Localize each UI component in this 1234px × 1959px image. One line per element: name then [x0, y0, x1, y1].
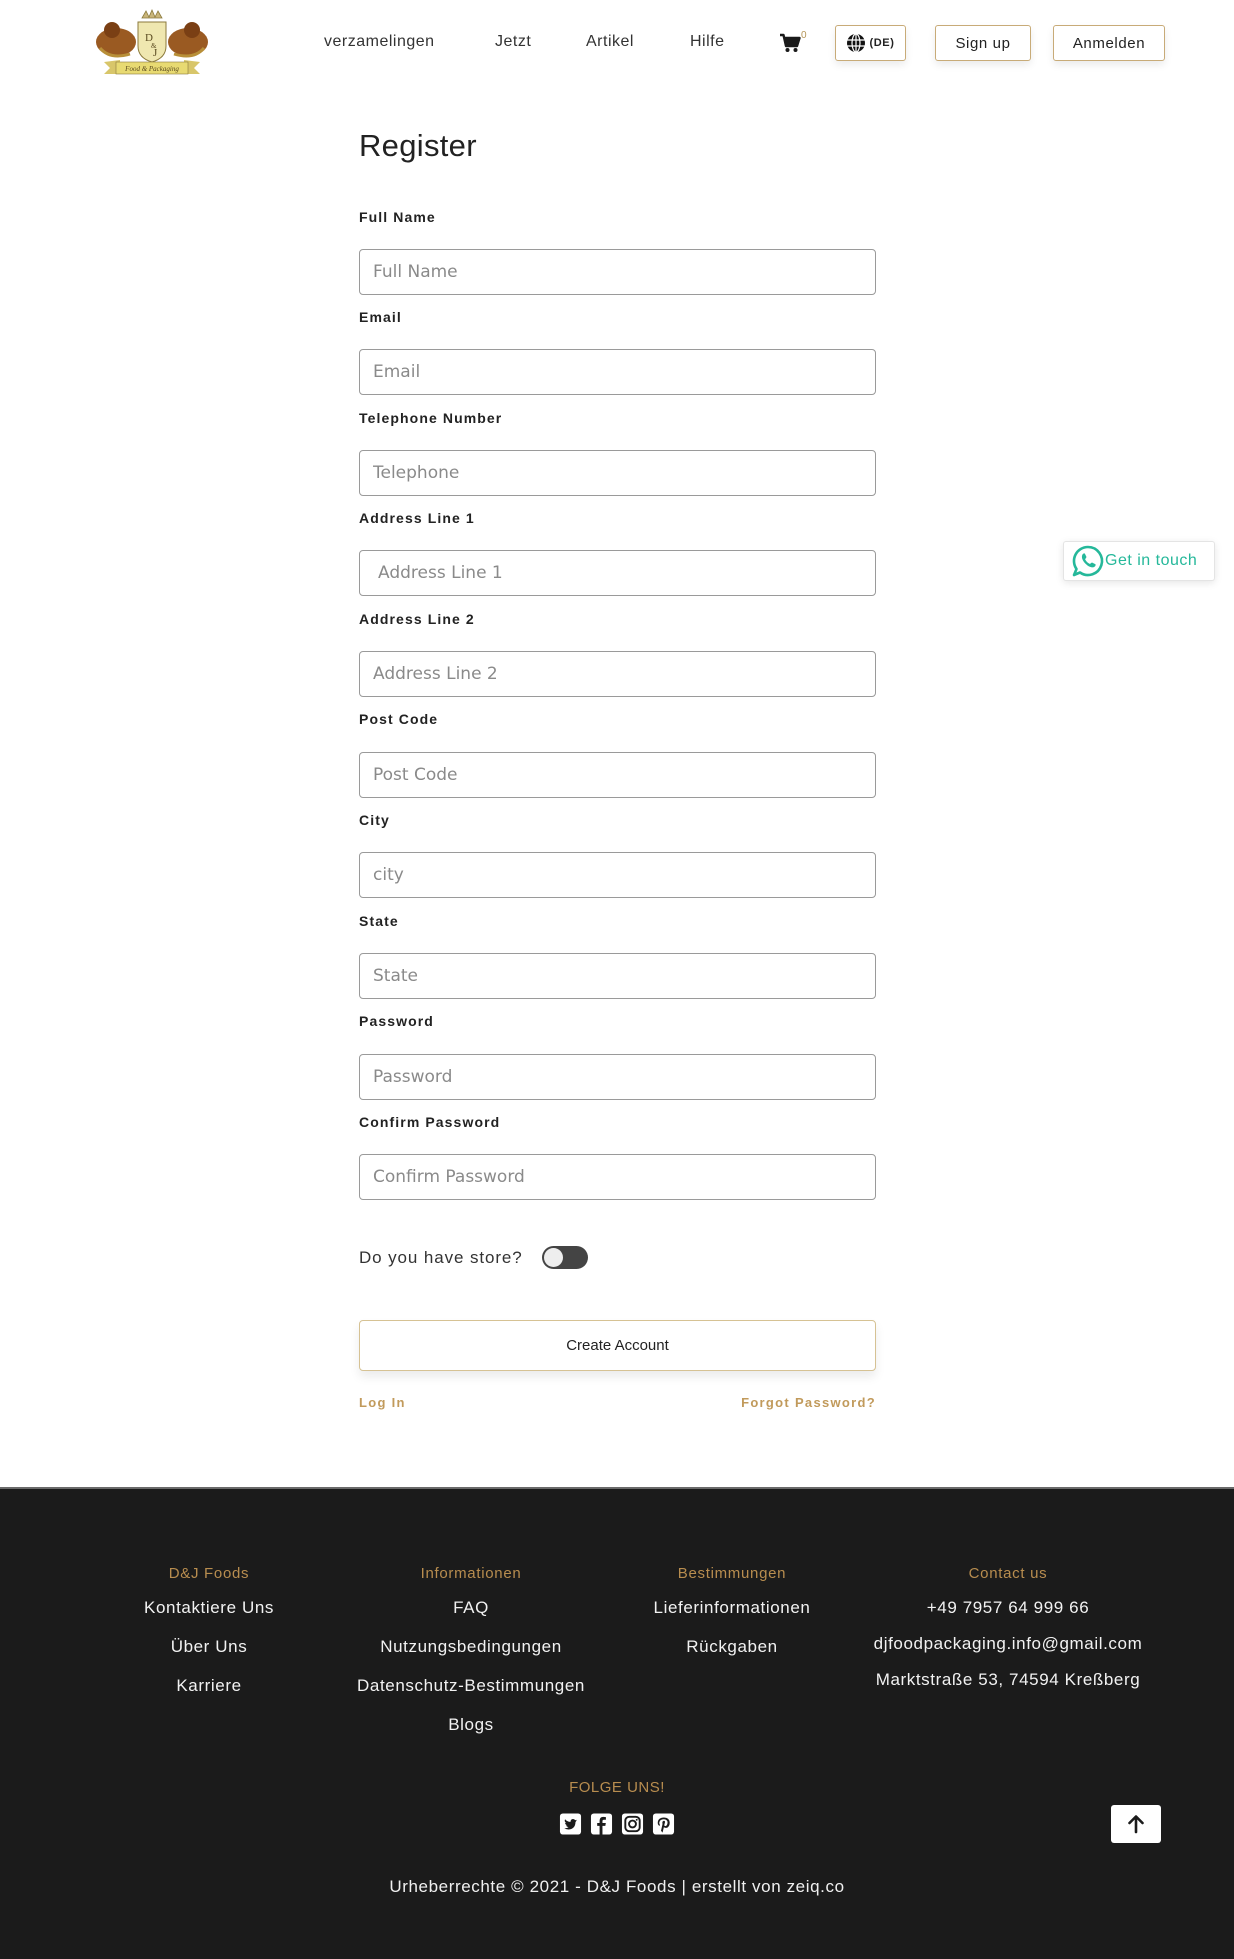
whatsapp-icon — [1072, 545, 1104, 577]
footer-heading: Bestimmungen — [677, 1565, 787, 1582]
language-button[interactable]: (DE) — [835, 25, 906, 61]
toggle-knob — [543, 1248, 563, 1267]
footer-link-kontaktiere-uns[interactable]: Kontaktiere Uns — [144, 1598, 274, 1637]
post-code-label: Post Code — [359, 711, 439, 727]
footer-link-rueckgaben[interactable]: Rückgaben — [654, 1637, 811, 1676]
state-input[interactable] — [359, 953, 876, 999]
instagram-icon[interactable] — [621, 1812, 644, 1836]
footer-heading: Contact us — [968, 1565, 1048, 1582]
telephone-label: Telephone Number — [359, 410, 503, 426]
contact-address: Marktstraße 53, 74594 Kreßberg — [875, 1670, 1141, 1689]
scroll-to-top-button[interactable] — [1111, 1805, 1161, 1843]
footer-link-faq[interactable]: FAQ — [357, 1598, 585, 1637]
site-header: D & J Food & Packaging verzamelingen Jet… — [0, 0, 1234, 88]
crest-logo-icon: D & J Food & Packaging — [96, 8, 208, 75]
confirm-password-input[interactable] — [359, 1154, 876, 1200]
cart-count-badge: 0 — [801, 30, 807, 41]
email-input[interactable] — [359, 349, 876, 395]
forgot-password-link[interactable]: Forgot Password? — [741, 1395, 876, 1410]
globe-icon — [847, 33, 866, 53]
svg-text:J: J — [153, 47, 158, 59]
store-toggle-switch[interactable] — [541, 1246, 588, 1269]
full-name-label: Full Name — [359, 209, 436, 225]
social-links — [559, 1812, 675, 1836]
telephone-input[interactable] — [359, 450, 876, 496]
city-label: City — [359, 812, 390, 828]
city-input[interactable] — [359, 852, 876, 898]
footer-heading: D&J Foods — [168, 1565, 250, 1582]
footer-column-dj-foods: D&J Foods Kontaktiere Uns Über Uns Karri… — [144, 1565, 274, 1715]
svg-text:Food & Packaging: Food & Packaging — [124, 65, 179, 73]
contact-phone: +49 7957 64 999 66 — [926, 1598, 1090, 1617]
footer-heading: Informationen — [420, 1565, 522, 1582]
cart-button[interactable]: 0 — [779, 30, 809, 55]
whatsapp-get-in-touch-button[interactable]: Get in touch — [1063, 541, 1215, 581]
contact-email: djfoodpackaging.info@gmail.com — [873, 1634, 1143, 1653]
footer-link-nutzungsbedingungen[interactable]: Nutzungsbedingungen — [357, 1637, 585, 1676]
footer-link-karriere[interactable]: Karriere — [144, 1676, 274, 1715]
footer-link-ueber-uns[interactable]: Über Uns — [144, 1637, 274, 1676]
footer-column-bestimmungen: Bestimmungen Lieferinformationen Rückgab… — [654, 1565, 811, 1676]
address-line-2-input[interactable] — [359, 651, 876, 697]
follow-us-heading: FOLGE UNS! — [569, 1779, 665, 1796]
brand-logo[interactable]: D & J Food & Packaging — [90, 8, 214, 80]
create-account-button[interactable]: Create Account — [359, 1320, 876, 1371]
nav-jetzt[interactable]: Jetzt — [495, 33, 531, 51]
address-line-2-label: Address Line 2 — [359, 611, 475, 627]
page-title: Register — [359, 128, 477, 163]
copyright-text: Urheberrechte © 2021 - D&J Foods | erste… — [389, 1877, 845, 1896]
twitter-icon[interactable] — [559, 1812, 582, 1836]
store-question-label: Do you have store? — [359, 1247, 523, 1267]
state-label: State — [359, 913, 399, 929]
post-code-input[interactable] — [359, 752, 876, 798]
pinterest-icon[interactable] — [652, 1812, 675, 1836]
facebook-icon[interactable] — [590, 1812, 613, 1836]
sign-up-button[interactable]: Sign up — [935, 25, 1031, 61]
address-line-1-label: Address Line 1 — [359, 510, 475, 526]
nav-verzamelingen[interactable]: verzamelingen — [324, 33, 435, 51]
footer-link-blogs[interactable]: Blogs — [357, 1715, 585, 1754]
confirm-password-label: Confirm Password — [359, 1114, 501, 1130]
footer-column-informationen: Informationen FAQ Nutzungsbedingungen Da… — [357, 1565, 585, 1754]
nav-artikel[interactable]: Artikel — [586, 33, 634, 51]
nav-hilfe[interactable]: Hilfe — [690, 33, 725, 51]
password-label: Password — [359, 1013, 434, 1029]
log-in-link[interactable]: Log In — [359, 1395, 406, 1410]
email-label: Email — [359, 309, 402, 325]
language-code: (DE) — [869, 37, 895, 49]
shopping-cart-icon — [780, 33, 801, 52]
arrow-up-icon — [1128, 1815, 1144, 1834]
register-page: D & J Food & Packaging verzamelingen Jet… — [0, 0, 1234, 1959]
footer-link-lieferinformationen[interactable]: Lieferinformationen — [654, 1598, 811, 1637]
password-input[interactable] — [359, 1054, 876, 1100]
full-name-input[interactable] — [359, 249, 876, 295]
anmelden-button[interactable]: Anmelden — [1053, 25, 1165, 61]
footer-column-contact: Contact us +49 7957 64 999 66 djfoodpack… — [874, 1565, 1143, 1706]
footer-link-datenschutz[interactable]: Datenschutz-Bestimmungen — [357, 1676, 585, 1715]
store-toggle-row: Do you have store? — [359, 1246, 588, 1269]
address-line-1-input[interactable] — [359, 550, 876, 596]
whatsapp-label: Get in touch — [1105, 552, 1198, 569]
